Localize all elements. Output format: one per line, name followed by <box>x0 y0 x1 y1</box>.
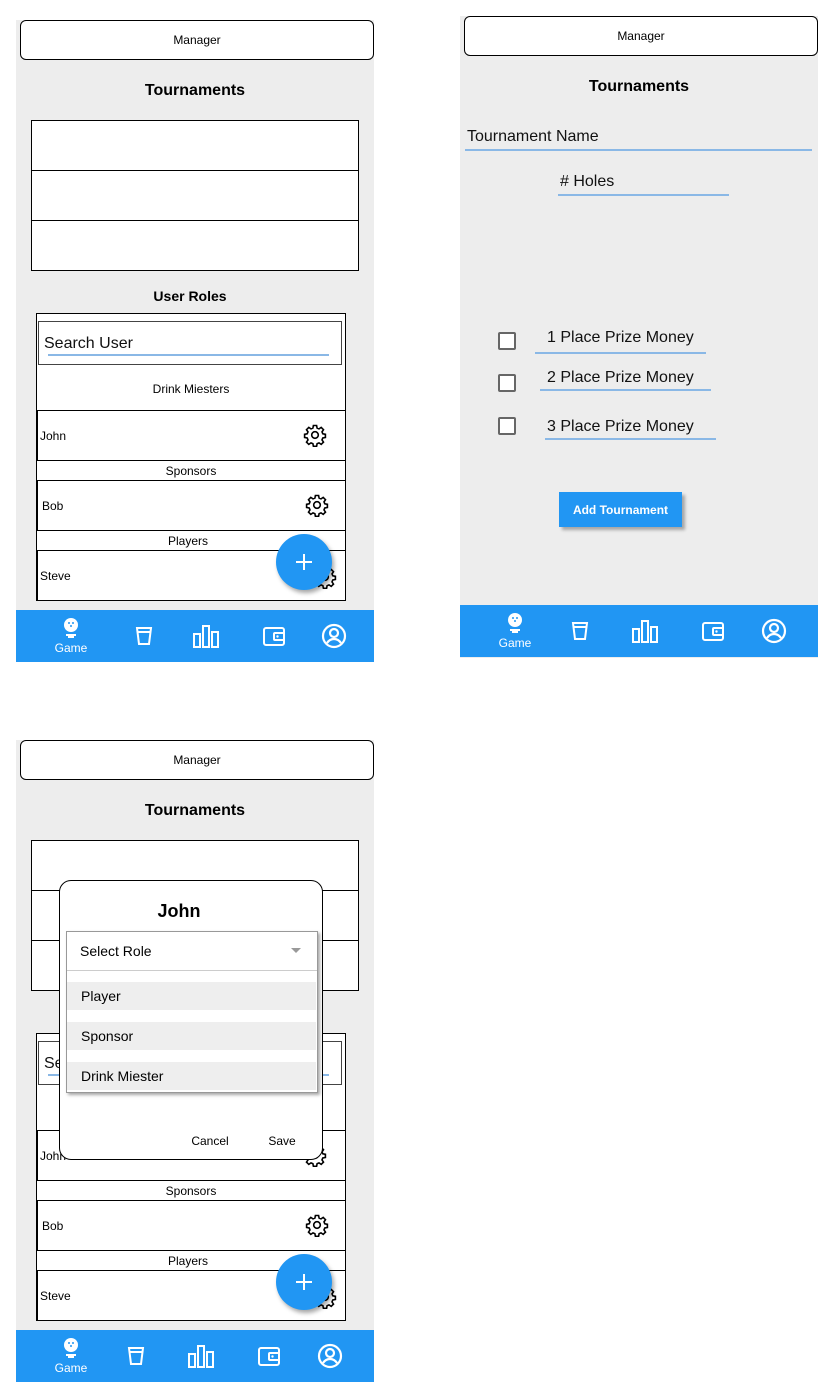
header-manager-button[interactable]: Manager <box>20 740 374 780</box>
account-icon <box>317 1343 343 1369</box>
page-title: Tournaments <box>144 802 246 819</box>
nav-label-game: Game <box>54 641 88 655</box>
page-title: Tournaments <box>144 82 246 99</box>
nav-item-stats[interactable] <box>181 1330 221 1382</box>
page-title: Tournaments <box>588 78 690 95</box>
account-icon <box>761 618 787 644</box>
user-row-bob[interactable]: Bob <box>37 1200 346 1251</box>
bottom-nav: Game <box>460 605 818 657</box>
bar-chart-icon <box>188 1345 214 1368</box>
holes-input[interactable]: # Holes <box>560 173 614 191</box>
save-button[interactable]: Save <box>252 1134 312 1148</box>
bottom-nav: Game <box>16 610 374 662</box>
prize-1-input[interactable]: 1 Place Prize Money <box>547 329 694 347</box>
user-name: Steve <box>40 1289 71 1303</box>
nav-item-drinks[interactable] <box>116 1330 156 1382</box>
nav-item-wallet[interactable] <box>254 610 294 662</box>
header-title: Manager <box>173 753 221 767</box>
wallet-icon <box>263 627 285 646</box>
prize-2-underline <box>540 389 711 391</box>
nav-item-account[interactable] <box>310 1330 350 1382</box>
add-fab-button[interactable] <box>276 534 332 590</box>
add-tournament-button[interactable]: Add Tournament <box>559 492 682 527</box>
search-user-input[interactable]: Search User <box>44 335 133 353</box>
golf-ball-icon <box>64 1338 78 1358</box>
nav-item-wallet[interactable] <box>249 1330 289 1382</box>
user-roles-title: User Roles <box>153 288 227 304</box>
nav-item-stats[interactable] <box>186 610 226 662</box>
nav-item-account[interactable] <box>314 610 354 662</box>
nav-item-wallet[interactable] <box>693 605 733 657</box>
bar-chart-icon <box>193 625 219 648</box>
prize-1-underline <box>535 352 706 354</box>
select-divider <box>67 970 317 971</box>
account-icon <box>321 623 347 649</box>
chevron-down-icon <box>291 948 301 953</box>
cancel-button[interactable]: Cancel <box>180 1134 240 1148</box>
holes-underline <box>558 194 729 196</box>
prize-2-checkbox[interactable] <box>498 374 516 392</box>
prize-2-input[interactable]: 2 Place Prize Money <box>547 369 694 387</box>
user-name: John <box>40 429 67 443</box>
role-select-value[interactable]: Select Role <box>80 943 152 959</box>
screen-add-tournament: Manager Tournaments Tournament Name # Ho… <box>460 16 818 658</box>
header-title: Manager <box>173 33 221 47</box>
nav-item-game[interactable]: Game <box>490 605 540 657</box>
cup-icon <box>571 622 589 640</box>
nav-item-drinks[interactable] <box>560 605 600 657</box>
header-manager-button[interactable]: Manager <box>464 16 818 56</box>
nav-label-game: Game <box>498 636 532 650</box>
tournament-name-input[interactable]: Tournament Name <box>467 128 599 146</box>
bar-chart-icon <box>632 620 658 643</box>
nav-item-drinks[interactable] <box>124 610 164 662</box>
plus-icon <box>296 554 312 570</box>
screen-tournaments-list: Manager Tournaments User Roles Search Us… <box>16 20 374 662</box>
cup-icon <box>135 627 153 645</box>
tournament-row-1[interactable] <box>31 120 359 171</box>
header-title: Manager <box>617 29 665 43</box>
search-underline <box>48 354 329 356</box>
nav-item-account[interactable] <box>754 605 794 657</box>
plus-icon <box>296 1274 312 1290</box>
gear-icon[interactable] <box>303 423 327 447</box>
golf-ball-icon <box>64 618 78 638</box>
tournament-name-underline <box>465 149 812 151</box>
wallet-icon <box>258 1347 280 1366</box>
nav-label-game: Game <box>54 1361 88 1375</box>
option-drink-miester[interactable]: Drink Miester <box>67 1062 316 1090</box>
golf-ball-icon <box>508 613 522 633</box>
nav-item-stats[interactable] <box>625 605 665 657</box>
user-row-john[interactable]: John <box>37 410 346 461</box>
gear-icon[interactable] <box>305 493 329 517</box>
role-group-sponsors: Sponsors <box>38 464 344 478</box>
tournament-row-2[interactable] <box>31 170 359 221</box>
option-sponsor[interactable]: Sponsor <box>67 1022 316 1050</box>
role-group-drink-miesters: Drink Miesters <box>38 382 344 396</box>
bottom-nav: Game <box>16 1330 374 1382</box>
prize-1-checkbox[interactable] <box>498 332 516 350</box>
user-row-bob[interactable]: Bob <box>37 480 346 531</box>
header-manager-button[interactable]: Manager <box>20 20 374 60</box>
prize-3-checkbox[interactable] <box>498 417 516 435</box>
gear-icon[interactable] <box>305 1213 329 1237</box>
prize-3-input[interactable]: 3 Place Prize Money <box>547 418 694 436</box>
user-name: Steve <box>40 569 71 583</box>
screen-role-dialog: Manager Tournaments Search User John Spo… <box>16 740 374 1382</box>
dialog-title: John <box>157 901 201 921</box>
tournament-row-3[interactable] <box>31 220 359 271</box>
cup-icon <box>127 1347 145 1365</box>
option-player[interactable]: Player <box>67 982 316 1010</box>
prize-3-underline <box>545 438 716 440</box>
wallet-icon <box>702 622 724 641</box>
add-fab-button[interactable] <box>276 1254 332 1310</box>
user-name: Bob <box>42 1219 64 1233</box>
role-dialog: John Select Role Player Sponsor Drink Mi… <box>59 880 323 1160</box>
user-name: Bob <box>42 499 64 513</box>
nav-item-game[interactable]: Game <box>46 1330 96 1382</box>
nav-item-game[interactable]: Game <box>46 610 96 662</box>
role-group-sponsors: Sponsors <box>38 1184 344 1198</box>
